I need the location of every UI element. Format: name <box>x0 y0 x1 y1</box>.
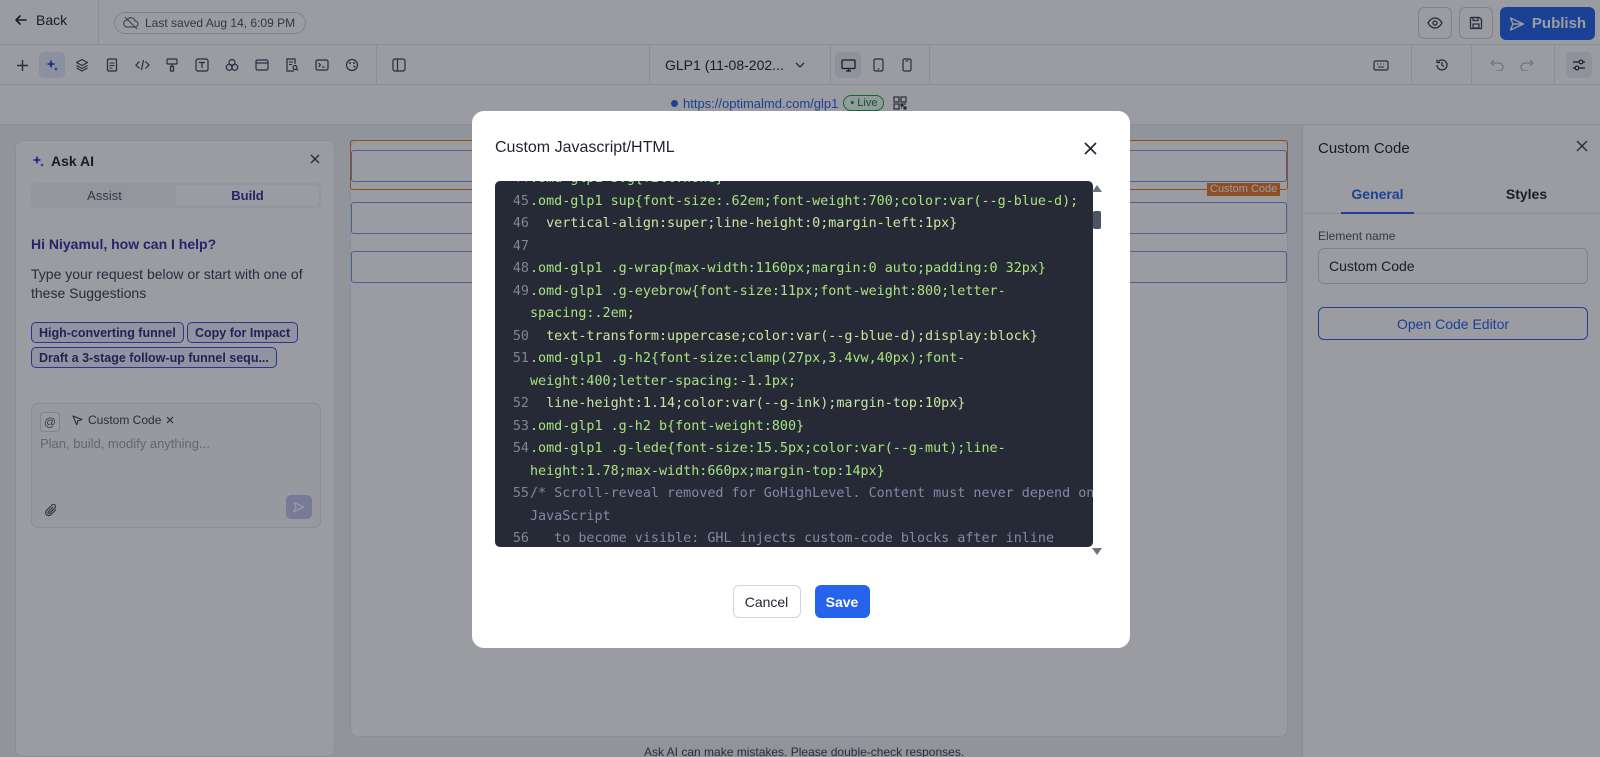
code-line: weight:400;letter-spacing:-1.1px; <box>495 371 1093 394</box>
code-text: .omd-glp1 sup{font-size:.62em;font-weigh… <box>530 193 1079 209</box>
line-number: 51 <box>512 351 529 366</box>
code-text: line-height:1.14;color:var(--g-ink);marg… <box>530 396 966 411</box>
code-line: JavaScript <box>495 506 1093 529</box>
code-line: 48 .omd-glp1 .g-wrap{max-width:1160px;mar… <box>495 258 1093 281</box>
line-number: 46 <box>512 216 529 231</box>
custom-code-modal: Custom Javascript/HTML 44.omd-glp1 svg{f… <box>472 111 1130 648</box>
line-number <box>495 303 529 326</box>
scroll-thumb[interactable] <box>1093 211 1101 229</box>
code-line: 51 .omd-glp1 .g-h2{font-size:clamp(27px,3… <box>495 348 1093 371</box>
code-text: .omd-glp1 .g-h2{font-size:clamp(27px,3.4… <box>530 351 966 366</box>
line-number <box>495 461 529 484</box>
code-line: 50 text-transform:uppercase;color:var(--… <box>495 326 1093 349</box>
code-text: .omd-glp1 .g-lede{font-size:15.5px;color… <box>530 441 1006 456</box>
scroll-down-icon[interactable] <box>1092 548 1102 555</box>
code-text: .omd-glp1 .g-h2 b{font-weight:800} <box>530 418 805 434</box>
line-number: 49 <box>512 283 529 299</box>
editor-scrollbar[interactable] <box>1090 182 1104 558</box>
code-text: height:1.78;max-width:660px;margin-top:1… <box>530 463 885 479</box>
code-text: vertical-align:super;line-height:0;margi… <box>530 216 958 231</box>
code-line: 44.omd-glp1 svg{fill:none} <box>495 181 1093 191</box>
code-line: 54 .omd-glp1 .g-lede{font-size:15.5px;col… <box>495 438 1093 461</box>
line-number: 45 <box>512 193 529 209</box>
line-number: 52 <box>512 396 529 411</box>
code-text: .omd-glp1 .g-eyebrow{font-size:11px;font… <box>530 283 1006 299</box>
code-line: 49 .omd-glp1 .g-eyebrow{font-size:11px;fo… <box>495 281 1093 304</box>
modal-footer: Cancel Save <box>472 585 1130 618</box>
line-number: 47 <box>512 238 529 254</box>
save-button[interactable]: Save <box>814 585 870 618</box>
cancel-button[interactable]: Cancel <box>732 585 801 618</box>
code-text: JavaScript <box>530 508 611 524</box>
code-line: 55/* Scroll-reveal removed for GoHighLev… <box>495 483 1093 506</box>
line-number: 56 <box>512 531 529 546</box>
code-editor[interactable]: 44.omd-glp1 svg{fill:none}45.omd-glp1 su… <box>495 181 1093 547</box>
line-number: 54 <box>512 441 529 456</box>
code-line: height:1.78;max-width:660px;margin-top:1… <box>495 461 1093 484</box>
code-text: to become visible: GHL injects custom-co… <box>530 531 1055 546</box>
line-number <box>495 371 529 394</box>
code-line: 53 .omd-glp1 .g-h2 b{font-weight:800} <box>495 416 1093 439</box>
code-text: .omd-glp1 .g-wrap{max-width:1160px;margi… <box>530 261 1046 276</box>
line-number: 50 <box>512 328 529 344</box>
code-line: 56 to become visible: GHL injects custom… <box>495 528 1093 547</box>
code-text: spacing:.2em; <box>530 306 635 321</box>
code-text: weight:400;letter-spacing:-1.1px; <box>530 373 797 389</box>
code-text: text-transform:uppercase;color:var(--g-b… <box>530 328 1038 344</box>
code-lines: 44.omd-glp1 svg{fill:none}45.omd-glp1 su… <box>495 181 1093 547</box>
scroll-up-icon[interactable] <box>1092 185 1102 192</box>
modal-title: Custom Javascript/HTML <box>495 139 675 156</box>
code-text: /* Scroll-reveal removed for GoHighLevel… <box>530 486 1093 501</box>
close-icon[interactable] <box>1080 138 1100 158</box>
line-number: 55 <box>512 486 529 501</box>
line-number: 48 <box>512 261 529 276</box>
code-line: 47 <box>495 236 1093 259</box>
line-number: 53 <box>512 418 529 434</box>
line-number: 44 <box>495 181 529 191</box>
code-line: 45 .omd-glp1 sup{font-size:.62em;font-wei… <box>495 191 1093 214</box>
code-line: spacing:.2em; <box>495 303 1093 326</box>
code-text: .omd-glp1 svg{fill:none} <box>529 181 723 191</box>
line-number <box>495 506 529 529</box>
code-line: 46 vertical-align:super;line-height:0;ma… <box>495 213 1093 236</box>
code-line: 52 line-height:1.14;color:var(--g-ink);m… <box>495 393 1093 416</box>
